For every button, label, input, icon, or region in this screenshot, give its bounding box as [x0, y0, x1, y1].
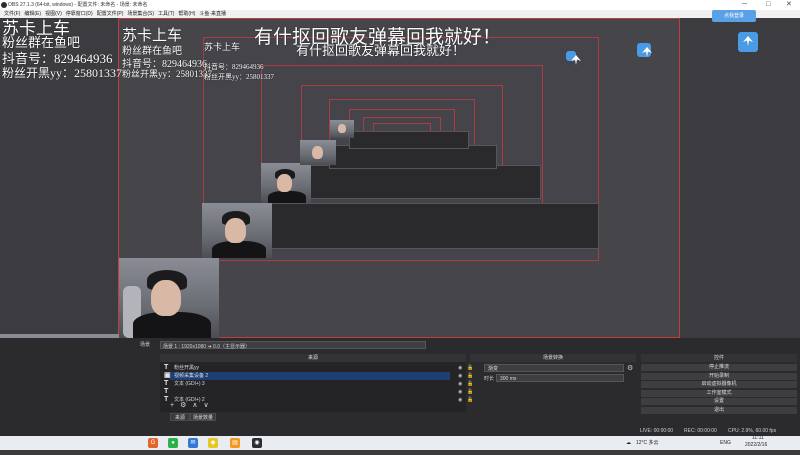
virtual-camera-button[interactable]: 启动虚拟摄像机: [641, 381, 797, 388]
cloud-icon: ☁: [626, 440, 631, 446]
menu-item[interactable]: 斗鱼·来直播: [199, 11, 226, 17]
rec-status: REC: 00:00:00: [684, 428, 717, 434]
sources-footer: + ⚙ ∧ ∨: [170, 401, 215, 410]
transition-select[interactable]: 渐变: [484, 364, 624, 372]
sources-dock-title: 来源: [160, 354, 466, 362]
nested-obs-window: [301, 165, 541, 199]
source-type-icon: ▣: [164, 372, 171, 379]
taskbar: [0, 436, 800, 450]
duration-label: 时长: [484, 376, 495, 382]
visibility-eye-icon[interactable]: ◉: [458, 396, 462, 404]
webcam-feed-nested-5: [330, 120, 354, 138]
tab-sources[interactable]: 来源: [170, 413, 190, 421]
studio-mode-button[interactable]: 工作室模式: [641, 389, 797, 397]
webcam-feed-nested-2: [202, 203, 272, 258]
weather-text: 12°C 多云: [636, 440, 659, 446]
source-type-icon: T: [164, 364, 169, 371]
start-recording-button[interactable]: 开始录制: [641, 372, 797, 380]
obs-taskbar-icon[interactable]: ◉: [252, 438, 262, 448]
douyu-bird-icon-nested: [637, 43, 651, 57]
login-button[interactable]: 点我登录: [712, 10, 756, 22]
stop-stream-button[interactable]: 停止推流: [641, 364, 797, 371]
source-row[interactable]: ▣ 视频采集设备 2 ◉ 🔓: [164, 372, 473, 380]
webcam-feed-nested-1: [119, 258, 219, 338]
overlay-text-yy-nested-2: 粉丝开黑yy：25801337: [204, 73, 274, 81]
source-type-icon: T: [164, 388, 169, 395]
source-properties-icon[interactable]: ⚙: [180, 402, 186, 409]
lock-icon[interactable]: 🔓: [467, 372, 473, 380]
app-icon[interactable]: ✉: [188, 438, 198, 448]
visibility-eye-icon[interactable]: ◉: [458, 380, 462, 388]
move-up-icon[interactable]: ∧: [192, 402, 197, 409]
source-row[interactable]: T 粉丝开黑yy ◉ 🔓: [164, 364, 473, 372]
window-title-bar: OBS 27.1.3 (64-bit, windows) - 配置文件: 未命名…: [0, 0, 800, 10]
settings-button[interactable]: 设置: [641, 398, 797, 405]
scene-select[interactable]: 场景 1 : 1920x1080 ➜ 0.0（主显示器）: [160, 341, 426, 350]
menu-item[interactable]: 场景集合(S): [127, 11, 154, 17]
lock-icon[interactable]: 🔓: [467, 388, 473, 396]
move-down-icon[interactable]: ∨: [204, 402, 209, 409]
nested-obs-window: [261, 203, 599, 249]
scene-selector-bar: 场景 场景 1 : 1920x1080 ➜ 0.0（主显示器）: [140, 340, 430, 350]
source-type-icon: T: [164, 380, 169, 387]
clock-date: 2022/2/16: [745, 442, 768, 448]
overlay-text-yy-nested: 粉丝开黑yy：25801337: [122, 69, 213, 79]
source-label: 视频采集设备 2: [174, 373, 209, 379]
language-indicator[interactable]: ENG: [720, 436, 731, 450]
douyu-bird-icon-nested: [566, 51, 576, 61]
source-label: 粉丝开黑yy: [174, 365, 200, 371]
overlay-text-yy: 粉丝开黑yy：25801337: [2, 66, 123, 80]
live-status: LIVE: 00:00:00: [640, 428, 674, 434]
visibility-eye-icon[interactable]: ◉: [458, 388, 462, 396]
scene-label: 场景: [140, 342, 151, 348]
source-label: 文本 (GDI+) 3: [174, 381, 205, 387]
visibility-eye-icon[interactable]: ◉: [458, 372, 462, 380]
source-row[interactable]: T 文本 (GDI+) 3 ◉ 🔓: [164, 380, 473, 388]
folder-icon[interactable]: ▤: [230, 438, 240, 448]
window-title: OBS 27.1.3 (64-bit, windows) - 配置文件: 未命名…: [8, 2, 148, 8]
lock-icon[interactable]: 🔓: [467, 364, 473, 372]
source-row[interactable]: T ◉ 🔓: [164, 388, 473, 396]
overlay-banner-nested: 有什抠回歌友弹幕回我就好！: [296, 43, 466, 58]
add-source-icon[interactable]: +: [170, 402, 174, 409]
duration-input[interactable]: 300 ms: [496, 374, 624, 382]
obs-logo-icon: [1, 2, 7, 8]
webcam-feed-nested-3: [261, 163, 311, 203]
menu-item[interactable]: 工具(T): [158, 11, 174, 17]
transitions-dock-title: 场景转换: [470, 354, 636, 362]
webcam-feed-nested-4: [300, 140, 336, 165]
close-button[interactable]: ✕: [786, 0, 792, 10]
wechat-icon[interactable]: ●: [168, 438, 178, 448]
maximize-button[interactable]: □: [766, 0, 770, 10]
menu-item[interactable]: 帮助(H): [178, 11, 195, 17]
tab-scene-count[interactable]: 场景数量: [190, 413, 216, 421]
douyu-bird-icon: [738, 32, 758, 52]
transition-settings-gear-icon[interactable]: ⚙: [627, 364, 633, 372]
overlay-text-douyin-nested-2: 抖音号：829464936: [204, 63, 264, 71]
menu-bar: 文件(F) 编辑(E) 视图(V) 停靠窗口(D) 配置文件(P) 场景集合(S) 工具(T…: [0, 10, 800, 18]
visibility-eye-icon[interactable]: ◉: [458, 364, 462, 372]
source-label: [170, 389, 174, 395]
overlay-text-title-nested-2: 苏卡上车: [204, 42, 241, 52]
app-icon[interactable]: ◆: [208, 438, 218, 448]
lock-icon[interactable]: 🔓: [467, 396, 473, 404]
controls-dock-title: 控件: [641, 354, 797, 362]
nested-obs-window: [349, 131, 469, 149]
chrome-icon[interactable]: G: [148, 438, 158, 448]
minimize-button[interactable]: ─: [742, 0, 747, 10]
exit-button[interactable]: 退出: [641, 406, 797, 414]
source-type-icon: T: [164, 396, 169, 403]
lock-icon[interactable]: 🔓: [467, 380, 473, 388]
status-bar: LIVE: 00:00:00 REC: 00:00:00 CPU: 2.9%, …: [0, 426, 800, 436]
menu-item[interactable]: 配置文件(P): [97, 11, 124, 17]
